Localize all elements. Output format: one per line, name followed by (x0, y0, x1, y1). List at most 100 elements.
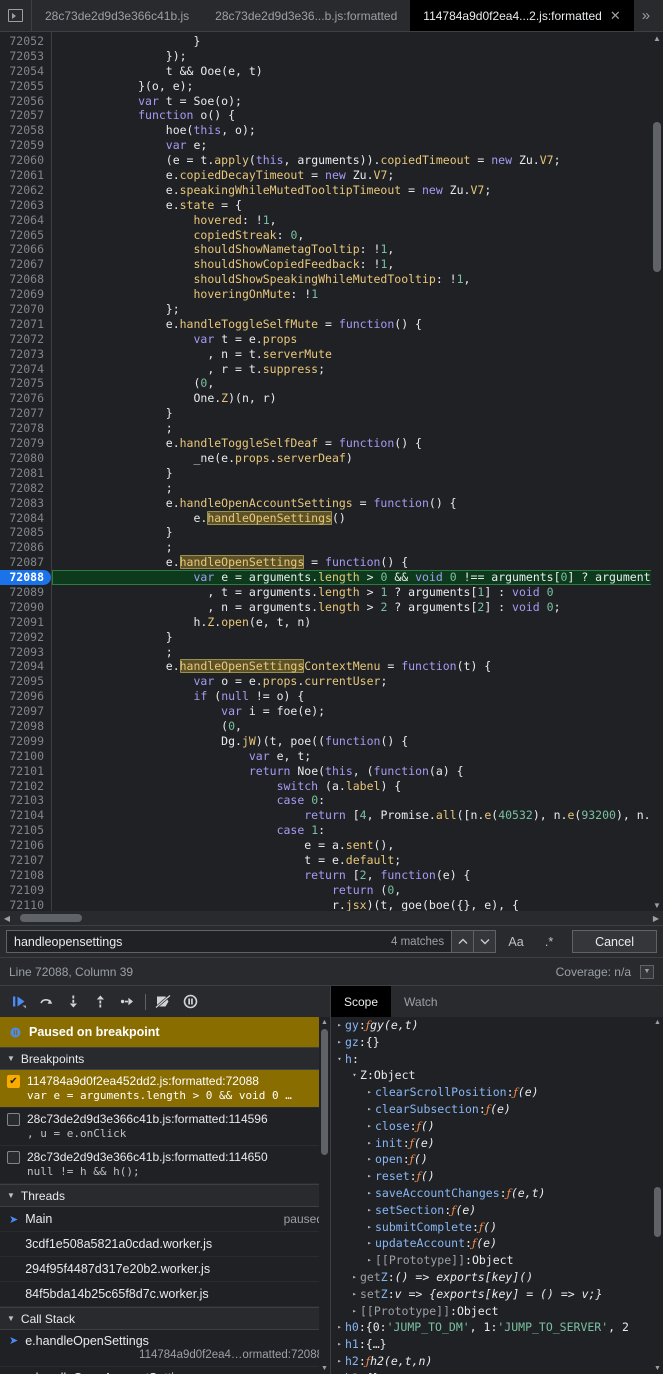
code-line[interactable]: case 1: (52, 823, 663, 838)
line-number[interactable]: 72060 (0, 153, 44, 168)
regex-button[interactable]: .* (536, 930, 562, 953)
code-line[interactable]: return [2, function(e) { (52, 868, 663, 883)
line-number[interactable]: 72074 (0, 362, 44, 377)
expand-triangle-icon[interactable]: ▸ (349, 1269, 360, 1286)
scope-row[interactable]: ▸ h1: {…} (334, 1336, 663, 1353)
code-line[interactable]: var t = Soe(o); (52, 94, 663, 109)
code-line[interactable]: return (0, (52, 883, 663, 898)
code-line[interactable]: (0, (52, 719, 663, 734)
search-next-button[interactable] (474, 930, 497, 953)
thread-item[interactable]: ➤ 84f5bda14b25c65f8d7c.worker.js (0, 1282, 330, 1307)
code-line[interactable]: var t = e.props (52, 332, 663, 347)
line-number[interactable]: 72080 (0, 451, 44, 466)
line-number[interactable]: 72098 (0, 719, 44, 734)
expand-triangle-icon[interactable]: ▸ (364, 1101, 375, 1118)
scope-row[interactable]: ▸ get Z: () => exports[key]() (334, 1269, 663, 1286)
expand-triangle-icon[interactable]: ▸ (364, 1185, 375, 1202)
code-line[interactable]: var o = e.props.currentUser; (52, 674, 663, 689)
scrollbar-thumb[interactable] (321, 1029, 328, 1155)
scope-row[interactable]: ▸ [[Prototype]]: Object (334, 1303, 663, 1320)
call-stack-item[interactable]: ➤e.handleOpenAccountSettings114784a9d0f2… (0, 1367, 330, 1374)
line-number[interactable]: 72071 (0, 317, 44, 332)
code-line[interactable]: , t = arguments.length > 1 ? arguments[1… (52, 585, 663, 600)
code-line[interactable]: ; (52, 645, 663, 660)
threads-section-header[interactable]: ▼ Threads (0, 1184, 330, 1207)
line-number[interactable]: 72081 (0, 466, 44, 481)
scroll-up-icon[interactable]: ▲ (319, 1017, 330, 1028)
code-line[interactable]: e.handleOpenSettings = function() { (52, 555, 663, 570)
scroll-up-icon[interactable]: ▲ (652, 1017, 663, 1028)
match-case-button[interactable]: Aa (503, 930, 529, 953)
code-line[interactable]: shouldShowCopiedFeedback: !1, (52, 257, 663, 272)
line-number[interactable]: 72089 (0, 585, 44, 600)
code-line[interactable]: if (null != o) { (52, 689, 663, 704)
scroll-down-icon[interactable]: ▼ (651, 899, 663, 911)
code-line[interactable]: hovered: !1, (52, 213, 663, 228)
line-number[interactable]: 72086 (0, 540, 44, 555)
code-line[interactable]: e = a.sent(), (52, 838, 663, 853)
expand-triangle-icon[interactable]: ▸ (334, 1017, 345, 1034)
code-line[interactable]: , n = t.serverMute (52, 347, 663, 362)
expand-triangle-icon[interactable]: ▸ (334, 1336, 345, 1353)
code-line[interactable]: }; (52, 302, 663, 317)
code-line[interactable]: , r = t.suppress; (52, 362, 663, 377)
scope-row[interactable]: ▾ Z: Object (334, 1067, 663, 1084)
code-line[interactable]: t = e.default; (52, 853, 663, 868)
expand-triangle-icon[interactable]: ▸ (364, 1252, 375, 1269)
deactivate-breakpoints-button[interactable] (150, 988, 177, 1015)
code-line[interactable]: function o() { (52, 108, 663, 123)
code-line[interactable]: } (52, 466, 663, 481)
expand-triangle-icon[interactable]: ▸ (334, 1319, 345, 1336)
line-number[interactable]: 72092 (0, 630, 44, 645)
line-number[interactable]: 72055 (0, 79, 44, 94)
code-line[interactable]: , n = arguments.length > 2 ? arguments[2… (52, 600, 663, 615)
expand-triangle-icon[interactable]: ▸ (364, 1168, 375, 1185)
scope-row[interactable]: ▸ close: ƒ () (334, 1118, 663, 1135)
thread-item[interactable]: ➤ Main paused (0, 1207, 330, 1232)
coverage-dropdown-icon[interactable]: ▼ (640, 964, 654, 979)
code-line[interactable]: shouldShowNametagTooltip: !1, (52, 242, 663, 257)
code-line[interactable]: ; (52, 481, 663, 496)
code-scroll-area[interactable]: 72052 72053 72054 72055 72056 72057 72058 72059… (0, 32, 663, 925)
line-number[interactable]: 72079 (0, 436, 44, 451)
line-number[interactable]: 72064 (0, 213, 44, 228)
code-line[interactable]: return Noe(this, (function(a) { (52, 764, 663, 779)
code-line[interactable]: } (52, 406, 663, 421)
close-icon[interactable]: ✕ (610, 9, 621, 22)
code-editor[interactable]: 72052 72053 72054 72055 72056 72057 72058 72059… (0, 32, 663, 925)
scope-row[interactable]: ▸ init: ƒ (e) (334, 1135, 663, 1152)
code-line-executing[interactable]: var e = arguments.length > 0 && void 0 !… (52, 570, 663, 585)
step-button[interactable] (114, 988, 141, 1015)
resume-button[interactable] (6, 988, 33, 1015)
scope-row[interactable]: ▸ updateAccount: ƒ (e) (334, 1235, 663, 1252)
scroll-up-icon[interactable]: ▲ (651, 32, 663, 44)
line-number-gutter[interactable]: 72052 72053 72054 72055 72056 72057 72058 72059… (0, 32, 52, 925)
search-input[interactable]: handleopensettings 4 matches (6, 930, 453, 953)
code-line[interactable]: t && Ooe(e, t) (52, 64, 663, 79)
scroll-left-icon[interactable]: ◀ (0, 911, 14, 925)
line-number[interactable]: 72058 (0, 123, 44, 138)
code-content[interactable]: } }); t && Ooe(e, t) }(o, e); var t = So… (52, 32, 663, 925)
tab-file-2[interactable]: 28c73de2d9d3e36...b.js:formatted (202, 0, 410, 31)
code-line[interactable]: ; (52, 421, 663, 436)
line-number[interactable]: 72106 (0, 838, 44, 853)
expand-triangle-icon[interactable]: ▸ (349, 1303, 360, 1320)
scope-row[interactable]: ▸ saveAccountChanges: ƒ (e,t) (334, 1185, 663, 1202)
breakpoints-section-header[interactable]: ▼ Breakpoints (0, 1047, 330, 1070)
breakpoint-item[interactable]: ✔ 114784a9d0f2ea452dd2.js:formatted:72088… (0, 1070, 330, 1108)
scroll-down-icon[interactable]: ▼ (319, 1363, 330, 1374)
expand-triangle-icon[interactable]: ▸ (349, 1286, 360, 1303)
code-line[interactable]: Dg.jW)(t, poe((function() { (52, 734, 663, 749)
expand-triangle-icon[interactable]: ▸ (334, 1034, 345, 1051)
expand-triangle-icon[interactable]: ▸ (334, 1370, 345, 1374)
expand-triangle-icon[interactable]: ▸ (364, 1151, 375, 1168)
line-number[interactable]: 72052 (0, 34, 44, 49)
scrollbar-thumb[interactable] (653, 122, 661, 272)
expand-triangle-icon[interactable]: ▸ (364, 1202, 375, 1219)
code-line[interactable]: case 0: (52, 793, 663, 808)
line-number[interactable]: 72059 (0, 138, 44, 153)
scope-scrollbar[interactable]: ▲ ▼ (652, 1017, 663, 1374)
code-line[interactable]: e.handleOpenSettings() (52, 510, 663, 526)
line-number[interactable]: 72068 (0, 272, 44, 287)
line-number[interactable]: 72056 (0, 94, 44, 109)
